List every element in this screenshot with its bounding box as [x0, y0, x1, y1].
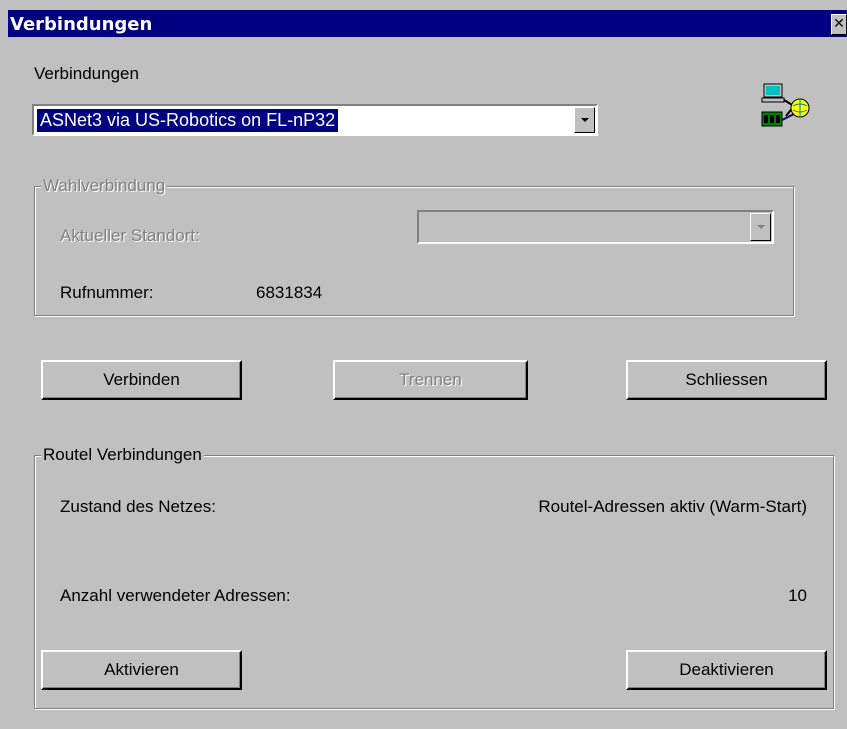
address-count-value: 10	[788, 586, 807, 605]
network-computers-icon	[761, 83, 810, 127]
activate-button[interactable]: Aktivieren	[41, 650, 242, 690]
current-location-label: Aktueller Standort:	[60, 226, 200, 245]
connections-combobox[interactable]: ASNet3 via US-Robotics on FL-nP32	[32, 104, 598, 136]
close-icon[interactable]: ✕	[831, 14, 847, 35]
location-dropdown-button[interactable]	[750, 213, 771, 241]
connect-button[interactable]: Verbinden	[41, 360, 242, 400]
routel-connections-legend: Routel Verbindungen	[41, 445, 204, 465]
connections-selected-value: ASNet3 via US-Robotics on FL-nP32	[37, 109, 339, 132]
connections-label: Verbindungen	[34, 64, 139, 83]
title-bar[interactable]: Verbindungen ✕	[8, 10, 847, 37]
window-frame-top	[0, 0, 847, 10]
window-frame-left	[0, 0, 8, 729]
current-location-combobox[interactable]	[417, 210, 774, 244]
deactivate-button[interactable]: Deaktivieren	[626, 650, 827, 690]
connections-dropdown-button[interactable]	[574, 107, 595, 133]
disconnect-button[interactable]: Trennen	[333, 360, 528, 400]
dial-connection-legend: Wahlverbindung	[41, 176, 168, 196]
window-title: Verbindungen	[10, 14, 153, 35]
phone-number-value: 6831834	[256, 283, 323, 302]
network-state-label: Zustand des Netzes:	[60, 497, 216, 516]
chevron-down-icon	[756, 225, 765, 229]
network-state-value: Routel-Adressen aktiv (Warm-Start)	[538, 497, 807, 516]
chevron-down-icon	[580, 118, 589, 122]
address-count-label: Anzahl verwendeter Adressen:	[60, 586, 291, 605]
phone-number-label: Rufnummer:	[60, 283, 154, 302]
close-button[interactable]: Schliessen	[626, 360, 827, 400]
